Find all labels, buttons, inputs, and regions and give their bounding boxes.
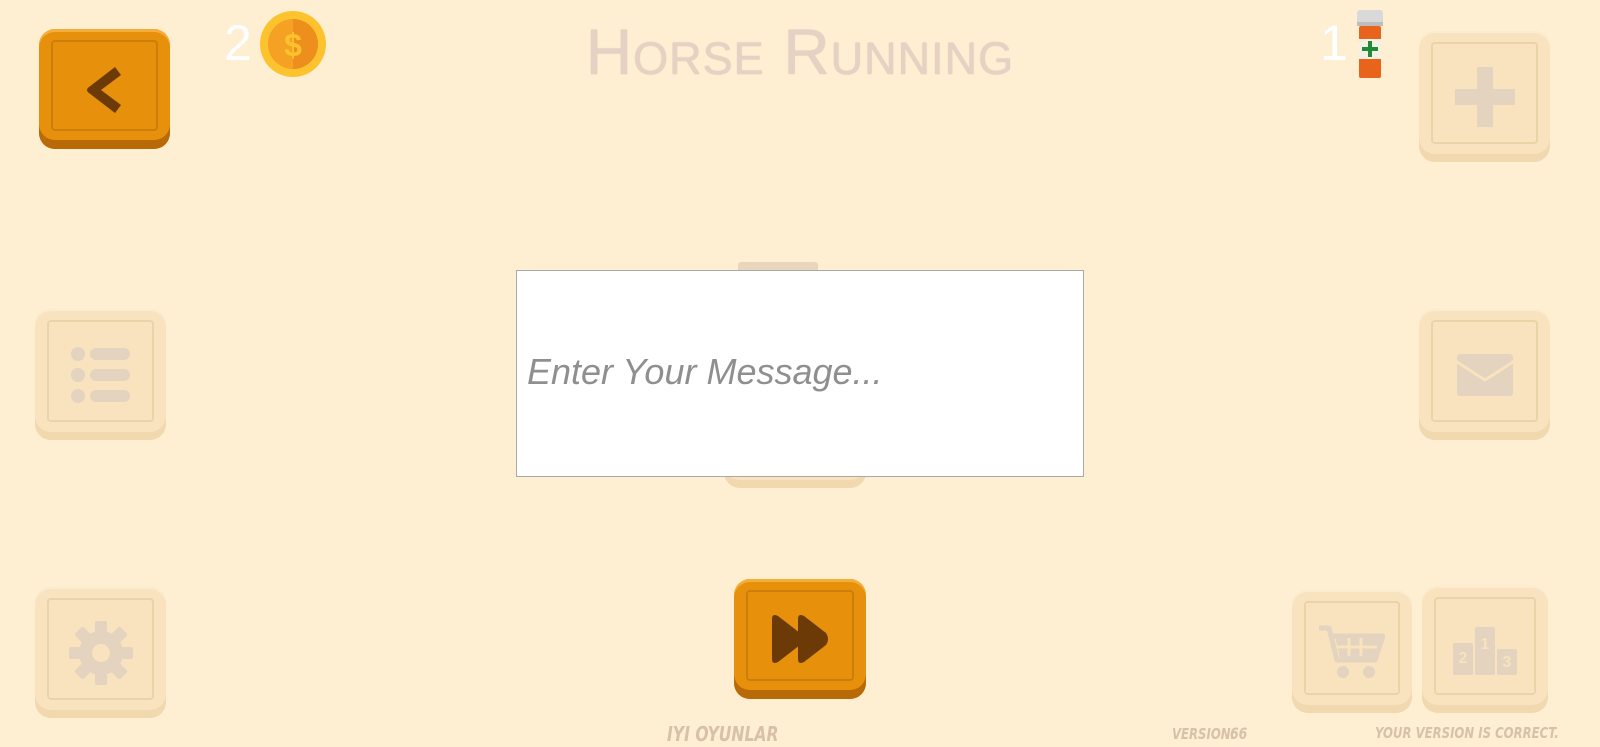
message-input[interactable] xyxy=(525,341,1069,403)
back-button[interactable] xyxy=(39,29,170,149)
version-status: YOUR VERSION IS CORRECT. xyxy=(1375,724,1559,742)
svg-text:1: 1 xyxy=(1481,636,1490,653)
chevron-left-icon xyxy=(86,67,121,113)
settings-button[interactable] xyxy=(35,587,166,718)
game-title: Horse Running xyxy=(585,16,1015,88)
leaderboard-button[interactable]: 2 1 3 xyxy=(1422,586,1548,713)
coin-count: 2 xyxy=(224,15,252,71)
version-label: VERSION: xyxy=(1172,725,1236,743)
envelope-icon xyxy=(1456,353,1513,396)
svg-text:3: 3 xyxy=(1503,654,1512,671)
developer-label: IYI OYUNLAR xyxy=(667,722,779,746)
list-icon xyxy=(70,346,130,403)
gear-icon xyxy=(68,620,133,685)
version-number: 66 xyxy=(1230,724,1248,743)
add-button[interactable] xyxy=(1419,31,1550,162)
cart-icon xyxy=(1319,625,1385,678)
message-dialog xyxy=(516,270,1084,477)
podium-icon: 2 1 3 xyxy=(1453,626,1517,675)
play-button[interactable] xyxy=(734,579,866,699)
potion-bottle-icon xyxy=(1357,10,1383,78)
shop-button[interactable] xyxy=(1292,590,1412,713)
coin-icon: $ xyxy=(260,11,326,77)
mail-button[interactable] xyxy=(1419,309,1550,440)
svg-text:2: 2 xyxy=(1459,650,1468,667)
potion-count: 1 xyxy=(1320,15,1348,71)
list-button[interactable] xyxy=(35,309,166,440)
svg-text:$: $ xyxy=(284,27,302,63)
fast-forward-icon xyxy=(772,615,828,663)
plus-icon xyxy=(1454,66,1515,127)
